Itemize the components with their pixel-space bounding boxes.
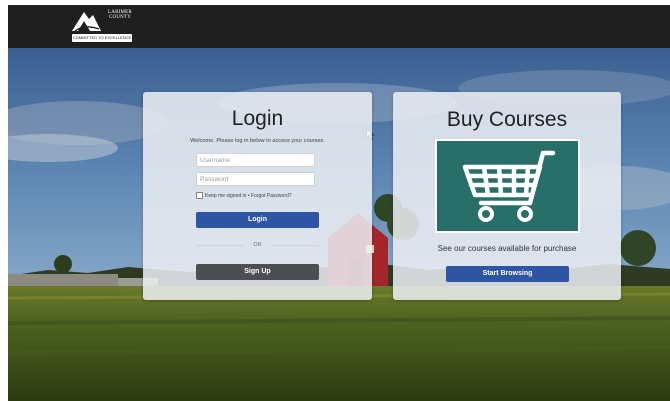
username-input[interactable] <box>196 153 315 167</box>
separator-dot: • <box>247 192 250 199</box>
login-card: Login Welcome. Please log in below to ac… <box>143 92 372 300</box>
login-title: Login <box>231 107 284 130</box>
county-logo[interactable]: LARIMER COUNTY COMMITTED TO EXCELLENCE <box>70 7 136 44</box>
top-bar: LARIMER COUNTY COMMITTED TO EXCELLENCE <box>8 5 670 48</box>
or-divider: OR <box>196 241 319 249</box>
shopping-cart-icon <box>462 150 556 222</box>
buy-courses-card: Buy Courses See our courses available fo… <box>393 92 621 300</box>
cart-tile[interactable] <box>435 139 580 233</box>
forgot-password-link[interactable]: Forgot Password? <box>251 193 292 199</box>
start-browsing-button[interactable]: Start Browsing <box>446 266 569 282</box>
welcome-text: Welcome. Please log in below to access y… <box>190 138 325 144</box>
county-name: LARIMER COUNTY <box>108 10 132 20</box>
mountain-logo-icon <box>72 12 101 32</box>
buy-courses-title: Buy Courses <box>446 108 568 131</box>
keep-signed-in-label[interactable]: Keep me signed in <box>205 193 246 199</box>
login-button[interactable]: Login <box>196 212 319 228</box>
password-input[interactable] <box>196 172 315 186</box>
remember-row: Keep me signed in • Forgot Password? <box>196 192 292 200</box>
hero-section: Login Welcome. Please log in below to ac… <box>8 48 670 401</box>
sign-up-button[interactable]: Sign Up <box>196 264 319 280</box>
app-frame: LARIMER COUNTY COMMITTED TO EXCELLENCE L… <box>8 5 670 401</box>
see-courses-text: See our courses available for purchase <box>437 244 577 253</box>
keep-signed-in-checkbox[interactable] <box>196 192 203 199</box>
logo-tagline: COMMITTED TO EXCELLENCE <box>72 34 132 42</box>
